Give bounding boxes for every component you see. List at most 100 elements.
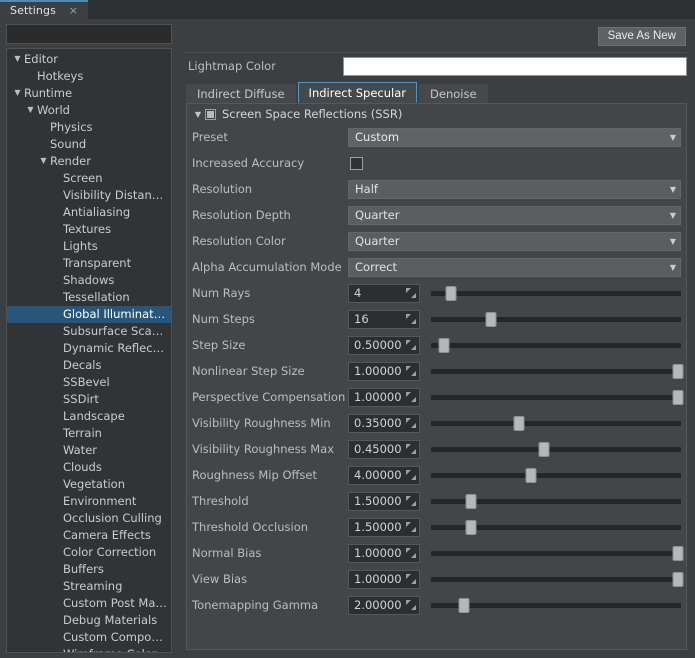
- slider-thumb[interactable]: [672, 389, 684, 405]
- slider-threshold-occlusion[interactable]: [431, 518, 681, 537]
- sidebar-item-decals[interactable]: Decals: [7, 357, 171, 374]
- select-resolution[interactable]: Half ▼: [348, 179, 681, 199]
- sidebar-item-color-correction[interactable]: Color Correction: [7, 544, 171, 561]
- sidebar-item-antialiasing[interactable]: Antialiasing: [7, 204, 171, 221]
- sidebar-item-runtime[interactable]: ▼ Runtime: [7, 85, 171, 102]
- select-alpha-accumulation-mode[interactable]: Correct ▼: [348, 257, 681, 277]
- sidebar-item-landscape[interactable]: Landscape: [7, 408, 171, 425]
- select-resolution-depth[interactable]: Quarter ▼: [348, 205, 681, 225]
- tab-indirect-diffuse[interactable]: Indirect Diffuse: [186, 84, 296, 103]
- slider-nonlinear-step-size[interactable]: [431, 362, 684, 381]
- number-input-num-rays[interactable]: 4: [348, 283, 420, 303]
- slider-thumb[interactable]: [465, 519, 477, 535]
- sidebar-item-transparent[interactable]: Transparent: [7, 255, 171, 272]
- number-input-visibility-roughness-min[interactable]: 0.35000: [348, 413, 420, 433]
- slider-threshold[interactable]: [431, 492, 681, 511]
- chevron-down-icon[interactable]: ▼: [11, 89, 24, 97]
- slider-track[interactable]: [431, 342, 681, 348]
- sidebar-item-clouds[interactable]: Clouds: [7, 459, 171, 476]
- slider-track[interactable]: [431, 576, 681, 582]
- spinner-drag-icon[interactable]: [406, 574, 416, 584]
- number-input-perspective-compensation[interactable]: 1.00000: [348, 387, 420, 407]
- chevron-down-icon[interactable]: ▼: [191, 110, 205, 119]
- number-input-threshold[interactable]: 1.50000: [348, 491, 420, 511]
- spinner-drag-icon[interactable]: [406, 600, 416, 610]
- sidebar-item-ssbevel[interactable]: SSBevel: [7, 374, 171, 391]
- slider-perspective-compensation[interactable]: [431, 388, 684, 407]
- tab-indirect-specular[interactable]: Indirect Specular: [297, 82, 418, 103]
- slider-thumb[interactable]: [672, 545, 684, 561]
- slider-thumb[interactable]: [465, 493, 477, 509]
- number-input-threshold-occlusion[interactable]: 1.50000: [348, 517, 420, 537]
- sidebar-item-debug-materials[interactable]: Debug Materials: [7, 612, 171, 629]
- spinner-drag-icon[interactable]: [406, 418, 416, 428]
- slider-thumb[interactable]: [458, 597, 469, 613]
- sidebar-item-world[interactable]: ▼ World: [7, 102, 171, 119]
- sidebar-item-subsurface-scattering[interactable]: Subsurface Scattering: [7, 323, 171, 340]
- chevron-down-icon[interactable]: ▼: [37, 157, 50, 165]
- slider-track[interactable]: [431, 446, 681, 452]
- sidebar-item-physics[interactable]: Physics: [7, 119, 171, 136]
- sidebar-item-sound[interactable]: Sound: [7, 136, 171, 153]
- slider-visibility-roughness-min[interactable]: [431, 414, 681, 433]
- sidebar-item-render[interactable]: ▼ Render: [7, 153, 171, 170]
- slider-thumb[interactable]: [672, 571, 684, 587]
- slider-thumb[interactable]: [513, 415, 524, 431]
- spinner-drag-icon[interactable]: [406, 522, 416, 532]
- spinner-drag-icon[interactable]: [406, 496, 416, 506]
- slider-track[interactable]: [431, 394, 681, 400]
- slider-view-bias[interactable]: [431, 570, 684, 589]
- spinner-drag-icon[interactable]: [406, 392, 416, 402]
- slider-track[interactable]: [431, 420, 681, 426]
- sidebar-filter-input[interactable]: [6, 24, 172, 44]
- spinner-drag-icon[interactable]: [406, 470, 416, 480]
- slider-roughness-mip-offset[interactable]: [431, 466, 681, 485]
- slider-track[interactable]: [431, 290, 681, 296]
- slider-thumb[interactable]: [525, 467, 537, 483]
- slider-track[interactable]: [431, 550, 681, 556]
- chevron-down-icon[interactable]: ▼: [670, 211, 676, 220]
- spinner-drag-icon[interactable]: [406, 288, 416, 298]
- sidebar-item-wireframe-color[interactable]: Wireframe Color: [7, 646, 171, 652]
- ssr-enable-checkbox[interactable]: [205, 108, 216, 120]
- sidebar-item-custom-composite[interactable]: Custom Composite ...: [7, 629, 171, 646]
- sidebar-item-textures[interactable]: Textures: [7, 221, 171, 238]
- sidebar-item-vegetation[interactable]: Vegetation: [7, 476, 171, 493]
- slider-normal-bias[interactable]: [431, 544, 684, 563]
- sidebar-item-visibility-distances[interactable]: Visibility Distances: [7, 187, 171, 204]
- sidebar-item-terrain[interactable]: Terrain: [7, 425, 171, 442]
- chevron-down-icon[interactable]: ▼: [670, 133, 676, 142]
- number-input-tonemapping-gamma[interactable]: 2.00000: [348, 595, 420, 615]
- spinner-drag-icon[interactable]: [406, 444, 416, 454]
- slider-track[interactable]: [431, 368, 681, 374]
- slider-thumb[interactable]: [438, 337, 449, 353]
- slider-thumb[interactable]: [672, 363, 684, 379]
- slider-num-steps[interactable]: [431, 310, 681, 329]
- spinner-drag-icon[interactable]: [406, 314, 416, 324]
- number-input-nonlinear-step-size[interactable]: 1.00000: [348, 361, 420, 381]
- number-input-step-size[interactable]: 0.50000: [348, 335, 420, 355]
- ssr-group-header[interactable]: ▼ Screen Space Reflections (SSR): [187, 104, 686, 124]
- sidebar-item-editor[interactable]: ▼ Editor: [7, 51, 171, 68]
- sidebar-item-dynamic-reflections[interactable]: Dynamic Reflections: [7, 340, 171, 357]
- chevron-down-icon[interactable]: ▼: [11, 55, 24, 63]
- chevron-down-icon[interactable]: ▼: [670, 263, 676, 272]
- slider-thumb[interactable]: [445, 285, 457, 301]
- chevron-down-icon[interactable]: ▼: [670, 185, 676, 194]
- sidebar-item-hotkeys[interactable]: Hotkeys: [7, 68, 171, 85]
- sidebar-item-streaming[interactable]: Streaming: [7, 578, 171, 595]
- sidebar-item-tessellation[interactable]: Tessellation: [7, 289, 171, 306]
- slider-tonemapping-gamma[interactable]: [431, 596, 681, 615]
- sidebar-item-global-illumination[interactable]: Global Illumination: [7, 305, 171, 323]
- sidebar-item-environment[interactable]: Environment: [7, 493, 171, 510]
- number-input-roughness-mip-offset[interactable]: 4.00000: [348, 465, 420, 485]
- slider-thumb[interactable]: [485, 311, 497, 327]
- sidebar-item-camera-effects[interactable]: Camera Effects: [7, 527, 171, 544]
- window-tab-settings[interactable]: Settings ×: [0, 0, 88, 19]
- chevron-down-icon[interactable]: ▼: [24, 106, 37, 114]
- number-input-normal-bias[interactable]: 1.00000: [348, 543, 420, 563]
- slider-visibility-roughness-max[interactable]: [431, 440, 681, 459]
- slider-track[interactable]: [431, 316, 681, 322]
- slider-track[interactable]: [431, 472, 681, 478]
- sidebar-item-lights[interactable]: Lights: [7, 238, 171, 255]
